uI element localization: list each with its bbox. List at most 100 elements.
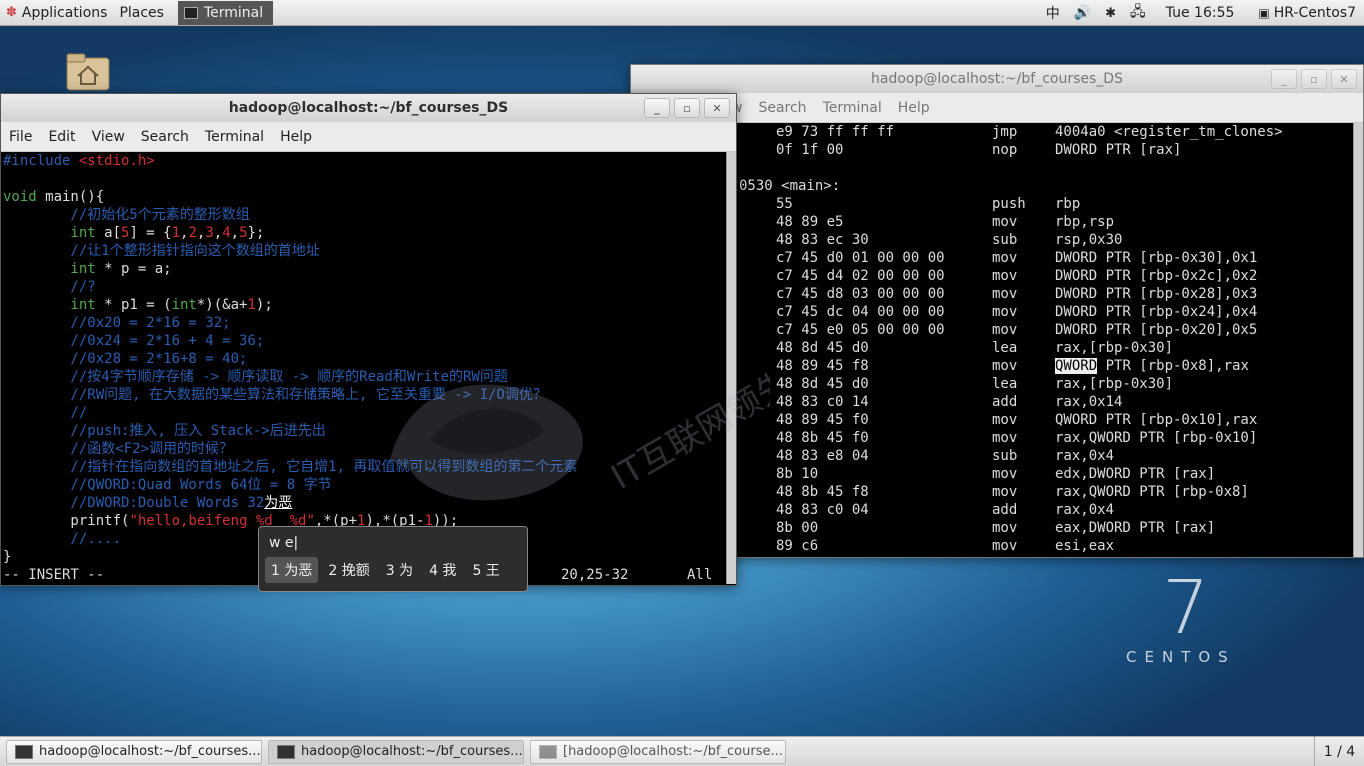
menu-search[interactable]: Search <box>133 129 197 145</box>
code-token: 4 <box>222 225 231 241</box>
scrollbar[interactable] <box>1353 123 1363 557</box>
terminal-icon <box>15 744 33 759</box>
disasm-opcode: nop <box>992 142 1018 158</box>
home-folder-icon[interactable] <box>66 52 110 92</box>
taskbar-item[interactable]: hadoop@localhost:~/bf_courses... <box>6 739 262 764</box>
window-titlebar[interactable]: hadoop@localhost:~/bf_courses_DS _ ▫ ✕ <box>631 65 1363 93</box>
menu-terminal[interactable]: Terminal <box>815 100 890 116</box>
menu-help[interactable]: Help <box>272 129 320 145</box>
workspace-switcher[interactable]: 1 / 4 <box>1314 737 1364 766</box>
disasm-opcode: mov <box>992 430 1018 446</box>
disasm-bytes: 8b 00 <box>776 520 819 536</box>
vim-editor[interactable]: #include <stdio.h> void main(){ //初始化5个元素… <box>1 152 725 584</box>
code-token: #include <box>3 153 79 169</box>
menubar: File Edit View Search Terminal Help <box>1 122 736 152</box>
disassembly-output[interactable]: e9 73 ff ff ff jmp 4004a0 <register_tm_clo… <box>631 123 1363 557</box>
code-token: //QWORD:Quad Words 64位 = 8 字节 <box>3 477 332 493</box>
code-token: //DWORD:Double Words 32 <box>3 495 265 511</box>
menu-file[interactable]: File <box>1 129 40 145</box>
code-token: 3 <box>205 225 214 241</box>
disasm-row: 48 8d 45 d0 lea rax,[rbp-0x30] <box>631 375 1363 393</box>
centos-seven: 7 <box>1162 565 1210 651</box>
minimize-button[interactable]: _ <box>644 98 670 118</box>
ime-candidate[interactable]: 5 王 <box>466 557 505 583</box>
disasm-args: rax,[rbp-0x30] <box>1055 340 1174 356</box>
terminal-icon <box>277 744 295 759</box>
volume-icon[interactable]: 🔊 <box>1074 5 1091 21</box>
disasm-args: rsp,0x30 <box>1055 232 1123 248</box>
taskbar-item[interactable]: [hadoop@localhost:~/bf_course... <box>530 739 786 764</box>
ime-candidate[interactable]: 2 挽额 <box>322 557 375 583</box>
disasm-bytes: 48 8b 45 f8 <box>776 484 869 500</box>
bottom-taskbar: hadoop@localhost:~/bf_courses... hadoop@… <box>0 736 1364 766</box>
menu-help[interactable]: Help <box>890 100 938 116</box>
disasm-args: rax,[rbp-0x30] <box>1055 376 1174 392</box>
menu-view[interactable]: View <box>84 129 133 145</box>
ime-candidate-popup[interactable]: w e| 1 为恶 2 挽额 3 为 4 我 5 王 <box>258 526 528 592</box>
disasm-bytes: 48 8d 45 d0 <box>776 376 869 392</box>
disasm-args: esi,eax <box>1055 538 1115 554</box>
cursor-position: 20,25-32 <box>561 567 629 583</box>
input-method-indicator[interactable]: 中 <box>1046 3 1060 23</box>
disasm-bytes <box>776 159 992 177</box>
clock[interactable]: Tue 16:55 <box>1166 5 1235 21</box>
disasm-opcode: mov <box>992 214 1018 230</box>
disasm-operands: DWORD PTR [rbp-0x20],0x5 <box>1055 321 1257 339</box>
ime-candidate[interactable]: 1 为恶 <box>265 557 319 583</box>
code-line: //按4字节顺序存储 -> 顺序读取 -> 顺序的Read和Write的RW问题 <box>1 368 725 386</box>
disasm-operands: rax,QWORD PTR [rbp-0x10] <box>1055 429 1257 447</box>
code-token: int <box>3 225 96 241</box>
minimize-button[interactable]: _ <box>1271 69 1297 89</box>
disasm-args: rax,0x14 <box>1055 394 1123 410</box>
maximize-button[interactable]: ▫ <box>674 98 700 118</box>
network-icon[interactable]: 🖧 <box>1130 1 1146 25</box>
disasm-row: 8b 00 mov eax,DWORD PTR [rax] <box>631 519 1363 537</box>
code-token: printf( <box>3 513 130 529</box>
code-token: //.... <box>3 531 122 547</box>
disasm-opcode: add <box>992 394 1018 410</box>
disasm-opcode: mov <box>992 322 1018 338</box>
disasm-opcode: sub <box>992 232 1018 248</box>
places-menu[interactable]: Places <box>113 0 170 26</box>
bluetooth-icon[interactable]: ✱ <box>1105 6 1116 21</box>
menu-edit[interactable]: Edit <box>40 129 83 145</box>
code-line: int * p = a; <box>1 260 725 278</box>
disasm-operands: DWORD PTR [rbp-0x28],0x3 <box>1055 285 1257 303</box>
user-menu[interactable]: ▣ HR-Centos7 <box>1258 5 1356 21</box>
disasm-bytes: e9 73 ff ff ff <box>776 124 895 140</box>
menu-search[interactable]: Search <box>750 100 814 116</box>
disasm-operands: DWORD PTR [rbp-0x2c],0x2 <box>1055 267 1257 285</box>
disasm-opcode: jmp <box>992 124 1018 140</box>
window-titlebar[interactable]: hadoop@localhost:~/bf_courses_DS _ ▫ ✕ <box>1 94 736 122</box>
applications-menu[interactable]: ✽ Applications <box>0 0 113 26</box>
disasm-bytes: 48 8d 45 d0 <box>776 340 869 356</box>
code-line: #include <stdio.h> <box>1 152 725 170</box>
disasm-opcode: mov <box>992 484 1018 500</box>
ime-candidate[interactable]: 3 为 <box>380 557 419 583</box>
taskbar-item[interactable]: hadoop@localhost:~/bf_courses... <box>268 739 524 764</box>
scrollbar[interactable] <box>726 152 736 584</box>
disasm-operands: QWORD PTR [rbp-0x8],rax <box>1055 357 1249 375</box>
terminal-window-disassembly[interactable]: hadoop@localhost:~/bf_courses_DS _ ▫ ✕ w… <box>630 64 1364 558</box>
ime-candidate[interactable]: 4 我 <box>423 557 462 583</box>
close-button[interactable]: ✕ <box>1331 69 1357 89</box>
close-button[interactable]: ✕ <box>704 98 730 118</box>
disasm-args: QWORD PTR [rbp-0x10],rax <box>1055 412 1258 428</box>
disasm-row: 48 83 ec 30 sub rsp,0x30 <box>631 231 1363 249</box>
menu-terminal[interactable]: Terminal <box>197 129 272 145</box>
terminal-icon <box>539 744 557 759</box>
disasm-args: rbp <box>1055 196 1081 212</box>
disasm-operands: edx,DWORD PTR [rax] <box>1055 465 1215 483</box>
terminal-app-tab[interactable]: Terminal <box>177 0 274 25</box>
disasm-operands: rax,0x4 <box>1055 501 1114 519</box>
disasm-row: 0f 1f 00 nop DWORD PTR [rax] <box>631 141 1363 159</box>
disasm-args: rax,0x4 <box>1055 448 1115 464</box>
code-token: 1 <box>171 225 181 241</box>
taskbar-item-label: [hadoop@localhost:~/bf_course... <box>563 744 783 759</box>
disasm-args: PTR [rbp-0x8],rax <box>1097 358 1249 374</box>
terminal-window-vim[interactable]: hadoop@localhost:~/bf_courses_DS _ ▫ ✕ F… <box>0 93 737 586</box>
disasm-bytes: 48 83 ec 30 <box>776 232 869 248</box>
disasm-opcode: mov <box>992 304 1018 320</box>
maximize-button[interactable]: ▫ <box>1301 69 1327 89</box>
disasm-row: e9 73 ff ff ff jmp 4004a0 <register_tm_clo… <box>631 123 1363 141</box>
